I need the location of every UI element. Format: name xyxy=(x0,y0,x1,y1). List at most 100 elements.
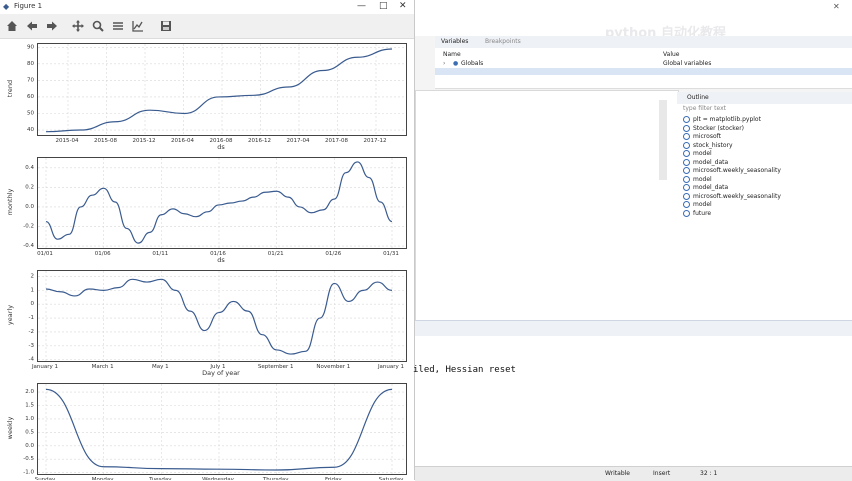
status-bar: Writable Insert 32 : 1 xyxy=(415,466,852,481)
y-tick-label: 1.0 xyxy=(25,416,34,422)
outline-item-label: model_data xyxy=(693,184,729,191)
y-tick-label: -1.0 xyxy=(23,470,34,476)
y-tick-label: 0.0 xyxy=(25,443,34,449)
x-tick-label: November 1 xyxy=(316,364,350,370)
x-tick-label: 01/06 xyxy=(95,251,111,257)
outline-item-label: Stocker (stocker) xyxy=(693,124,745,132)
outline-node-icon xyxy=(683,158,690,166)
console-output: iled, Hessian reset xyxy=(413,365,516,375)
y-tick-label: 2 xyxy=(31,274,35,280)
outline-item-label: stock_history xyxy=(693,141,733,149)
outline-item-label: model xyxy=(693,175,712,183)
outline-item[interactable]: model xyxy=(683,150,712,157)
outline-item[interactable]: model_data xyxy=(683,158,729,166)
outline-item-label: microsoft.weekly_seasonality xyxy=(693,167,781,174)
outline-node-icon xyxy=(683,150,690,157)
x-tick-label: 2017-08 xyxy=(325,138,348,144)
x-axis-label: Day of year xyxy=(202,369,240,377)
outline-item-label: model xyxy=(693,150,712,157)
tab-variables[interactable]: Variables xyxy=(441,38,468,45)
outline-node-icon xyxy=(683,116,690,123)
globals-row-value: Global variables xyxy=(663,60,712,67)
y-tick-label: 60 xyxy=(27,94,34,100)
ide-window: python 自动化教程 ✕ Variables Breakpoints Nam… xyxy=(413,0,852,481)
editor-area[interactable] xyxy=(415,90,679,322)
x-tick-label: 2017-12 xyxy=(364,138,387,144)
figure-window: ◆ Figure 1 — □ ✕ 40 50 60 70 80 90 2015-04 2015… xyxy=(0,0,415,480)
outline-item[interactable]: model xyxy=(683,201,712,208)
outline-item-label: model_data xyxy=(693,158,729,166)
y-tick-label: -4 xyxy=(29,357,35,363)
ide-close-icon[interactable]: ✕ xyxy=(833,2,840,11)
y-tick-label: 80 xyxy=(27,61,34,67)
outline-item[interactable]: microsoft xyxy=(683,133,721,140)
y-tick-label: 2.0 xyxy=(25,389,34,395)
y-tick-label: -1 xyxy=(29,315,34,321)
tab-outline[interactable]: Outline xyxy=(687,94,709,101)
variables-pane: Name Value › ● Globals Global variables xyxy=(435,48,852,89)
x-tick-label: September 1 xyxy=(258,364,294,370)
outline-filter-input[interactable]: type filter text xyxy=(683,105,726,112)
x-tick-label: January 1 xyxy=(377,364,404,370)
y-tick-label: 0.0 xyxy=(25,204,34,210)
outline-node-icon xyxy=(683,201,690,208)
outline-node-icon xyxy=(683,192,690,200)
outline-node-icon xyxy=(683,133,690,140)
y-tick-label: -0.2 xyxy=(23,223,34,229)
outline-node-icon xyxy=(683,141,690,149)
column-name-header[interactable]: Name xyxy=(443,51,461,58)
y-axis-label: weekly xyxy=(6,416,14,439)
globals-icon: ● xyxy=(453,60,459,67)
outline-item[interactable]: microsoft.weekly_seasonality xyxy=(683,192,781,200)
tab-breakpoints[interactable]: Breakpoints xyxy=(485,38,521,45)
y-tick-label: -0.5 xyxy=(23,456,34,462)
outline-node-icon xyxy=(683,167,690,174)
status-writable: Writable xyxy=(605,470,630,477)
x-tick-label: March 1 xyxy=(92,364,114,370)
y-tick-label: 40 xyxy=(27,127,34,133)
x-tick-label: 2017-04 xyxy=(287,138,310,144)
outline-node-icon xyxy=(683,209,690,217)
y-tick-label: 1.5 xyxy=(25,402,34,408)
y-tick-label: 0.2 xyxy=(25,184,34,190)
x-tick-label: 01/11 xyxy=(152,251,168,257)
x-tick-label: January 1 xyxy=(31,364,58,370)
outline-item[interactable]: microsoft.weekly_seasonality xyxy=(683,167,781,174)
outline-item[interactable]: stock_history xyxy=(683,141,733,149)
y-tick-label: 0.4 xyxy=(25,165,34,171)
outline-item-label: model xyxy=(693,201,712,208)
outline-pane: type filter text plt = matplotlib.pyplot… xyxy=(677,104,852,320)
y-axis-label: trend xyxy=(6,80,14,97)
x-tick-label: 2016-04 xyxy=(171,138,194,144)
outline-item-label: microsoft.weekly_seasonality xyxy=(693,192,781,200)
outline-node-icon xyxy=(683,184,690,191)
y-tick-label: -2 xyxy=(29,329,34,335)
x-axis-label: ds xyxy=(217,143,225,151)
x-tick-label: 01/21 xyxy=(268,251,284,257)
outline-item[interactable]: future xyxy=(683,209,711,217)
selected-row[interactable] xyxy=(435,68,852,75)
outline-item[interactable]: model_data xyxy=(683,184,728,191)
status-position: 32 : 1 xyxy=(700,470,718,477)
expand-arrow-icon[interactable]: › xyxy=(443,60,445,67)
editor-scrollbar[interactable] xyxy=(659,100,667,180)
globals-row-name[interactable]: Globals xyxy=(461,60,483,67)
x-axis-label: ds xyxy=(217,256,225,264)
y-tick-label: 0.5 xyxy=(25,429,34,435)
column-value-header[interactable]: Value xyxy=(663,51,679,58)
outline-item[interactable]: plt = matplotlib.pyplot xyxy=(683,116,761,123)
x-tick-label: 2015-12 xyxy=(133,138,156,144)
outline-node-icon xyxy=(683,124,690,132)
outline-item-label: plt = matplotlib.pyplot xyxy=(693,116,761,123)
x-tick-label: 01/01 xyxy=(37,251,53,257)
y-axis-label: yearly xyxy=(6,305,14,325)
x-tick-label: 01/26 xyxy=(325,251,341,257)
outline-item[interactable]: Stocker (stocker) xyxy=(683,124,745,132)
x-tick-label: 2015-04 xyxy=(56,138,79,144)
y-tick-label: 70 xyxy=(27,77,34,83)
x-tick-label: May 1 xyxy=(152,364,169,370)
outline-item[interactable]: model xyxy=(683,175,712,183)
x-tick-label: 2015-08 xyxy=(94,138,117,144)
x-tick-label: 2016-12 xyxy=(248,138,271,144)
console-area[interactable]: iled, Hessian reset xyxy=(413,336,852,466)
